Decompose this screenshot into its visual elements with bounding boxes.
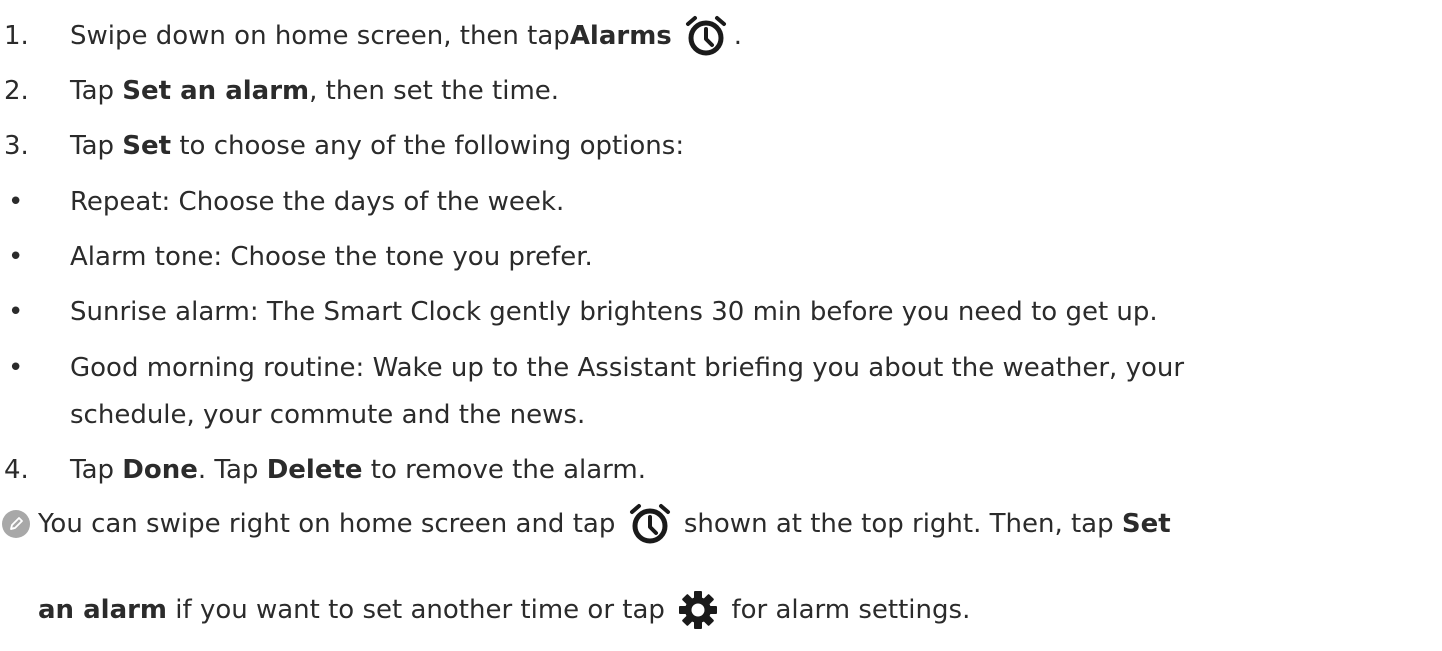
bullet-text: Repeat: Choose the days of the week. xyxy=(70,187,565,217)
step-text: Swipe down on home screen, then tap Alar… xyxy=(70,14,742,58)
step-text-part: . xyxy=(733,21,743,51)
alarm-clock-icon xyxy=(626,502,674,546)
step-text-bold: Set xyxy=(122,131,172,161)
bullet-marker: • xyxy=(8,353,24,383)
pencil-note-icon xyxy=(2,510,30,538)
note-text: an alarm if you want to set another time… xyxy=(38,590,970,630)
note-text-part: if you want to set another time or tap xyxy=(167,595,674,625)
bullet-text: Good morning routine: Wake up to the Ass… xyxy=(70,353,1185,383)
note-text-part: shown at the top right. Then, tap xyxy=(675,509,1122,539)
step-number: 4. xyxy=(4,455,29,485)
step-text-bold: Alarms xyxy=(569,21,672,51)
step-text-part: . Tap xyxy=(197,455,267,485)
step-text-part: Tap xyxy=(70,76,123,106)
bullet-text: Sunrise alarm: The Smart Clock gently br… xyxy=(70,297,1158,327)
step-text-part: Tap xyxy=(70,455,123,485)
note-text-bold: Set xyxy=(1121,509,1171,539)
bullet-marker: • xyxy=(8,242,24,272)
step-number: 1. xyxy=(4,21,29,51)
alarm-clock-icon xyxy=(682,14,730,58)
note-text-part: You can swipe right on home screen and t… xyxy=(38,509,624,539)
step-text-part: , then set the time. xyxy=(309,76,560,106)
bullet-marker: • xyxy=(8,297,24,327)
step-number: 3. xyxy=(4,131,29,161)
alarm-instructions: 1. Swipe down on home screen, then tap A… xyxy=(0,0,1442,651)
bullet-text: schedule, your commute and the news. xyxy=(70,400,586,430)
step-text-bold: Done xyxy=(122,455,198,485)
bullet-text: Alarm tone: Choose the tone you prefer. xyxy=(70,242,593,272)
step-number: 2. xyxy=(4,76,29,106)
step-text-bold: Set an alarm xyxy=(122,76,310,106)
note-text-bold: an alarm xyxy=(38,595,168,625)
step-text-part: Swipe down on home screen, then tap xyxy=(70,21,570,51)
step-text-bold: Delete xyxy=(266,455,363,485)
step-text-part: Tap xyxy=(70,131,123,161)
gear-icon xyxy=(677,590,719,630)
step-text-part: to remove the alarm. xyxy=(362,455,646,485)
note-text-part: for alarm settings. xyxy=(723,595,971,625)
step-text-part: to choose any of the following options: xyxy=(171,131,685,161)
bullet-marker: • xyxy=(8,187,24,217)
step-text: Tap Done . Tap Delete to remove the alar… xyxy=(70,455,646,485)
step-text: Tap Set an alarm , then set the time. xyxy=(70,76,559,106)
note-text: You can swipe right on home screen and t… xyxy=(2,502,1171,546)
step-text: Tap Set to choose any of the following o… xyxy=(70,131,684,161)
